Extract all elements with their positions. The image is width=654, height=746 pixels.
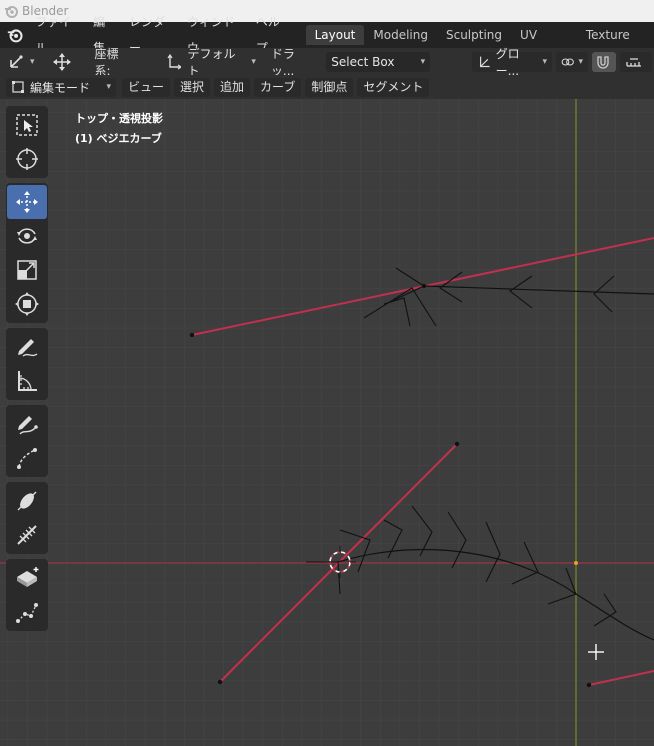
tab-uv-editing[interactable]: UV Editing — [511, 25, 577, 62]
viewport-header: 編集モード ▾ ビュー 選択 追加 カーブ 制御点 セグメント — [0, 75, 654, 99]
upper-handle-point-left[interactable] — [189, 332, 195, 338]
lower-right-handle-point[interactable] — [586, 682, 592, 688]
orientation-label: 座標系: — [94, 46, 119, 78]
tool-header: ▾ 座標系: デフォルト ▾ ドラッ... Select Box ▾ グロー..… — [0, 46, 654, 78]
tool-transform[interactable] — [7, 287, 47, 321]
object-name-label: (1) ベジエカーブ — [75, 132, 162, 145]
transform-orientation-dropdown[interactable]: グロー... ▾ — [472, 47, 553, 78]
transform-icon — [15, 292, 39, 316]
menu-control-points[interactable]: 制御点 — [305, 77, 354, 97]
rotate-icon — [17, 228, 37, 244]
tool-curve-pen[interactable] — [7, 441, 47, 475]
tool-group-transform — [6, 183, 48, 323]
view-name-label: トップ・透視投影 — [75, 112, 163, 125]
tab-modeling[interactable]: Modeling — [364, 25, 437, 45]
randomize-icon — [17, 525, 37, 545]
chevron-down-icon: ▾ — [106, 82, 111, 92]
editor-type-dropdown[interactable]: ▾ — [4, 52, 39, 72]
tool-draw[interactable] — [7, 407, 47, 441]
menu-view[interactable]: ビュー — [122, 77, 171, 97]
orientation-value: デフォルト — [187, 46, 236, 78]
tool-group-select — [6, 106, 48, 178]
tool-radius[interactable] — [7, 595, 47, 629]
chevron-down-icon: ▾ — [251, 56, 256, 67]
orientation-axes-icon — [167, 53, 182, 69]
tool-cursor[interactable] — [7, 142, 47, 176]
mode-dropdown[interactable]: 編集モード ▾ — [6, 77, 116, 97]
workspace-tabs: Layout Modeling Sculpting UV Editing Tex… — [305, 22, 654, 62]
origin-point[interactable] — [574, 561, 578, 565]
chevron-down-icon: ▾ — [542, 56, 548, 67]
edit-mode-icon — [12, 81, 24, 93]
tilt-icon — [17, 491, 37, 511]
tool-randomize[interactable] — [7, 518, 47, 552]
tool-shelf — [6, 106, 48, 636]
scale-icon — [17, 260, 37, 280]
select-box-icon — [16, 114, 38, 136]
tool-select-box[interactable] — [7, 108, 47, 142]
blender-logo-icon — [5, 6, 18, 18]
magnet-icon — [597, 55, 609, 69]
curve-pen-icon — [17, 448, 37, 469]
measure-icon — [18, 371, 37, 391]
pivot-link-icon — [561, 57, 574, 66]
radius-icon — [16, 603, 38, 623]
menu-curve[interactable]: カーブ — [254, 77, 302, 97]
extrude-icon — [17, 567, 39, 587]
menu-select[interactable]: 選択 — [174, 77, 211, 97]
viewport-grid — [0, 99, 654, 746]
tab-sculpting[interactable]: Sculpting — [437, 25, 511, 45]
tool-group-annotate — [6, 328, 48, 400]
snap-toggle[interactable] — [592, 51, 617, 72]
tool-group-curve — [6, 405, 48, 477]
tool-group-tilt — [6, 482, 48, 554]
mode-value: 編集モード — [30, 80, 91, 95]
tab-layout[interactable]: Layout — [305, 25, 365, 45]
menu-add[interactable]: 追加 — [214, 77, 251, 97]
transform-gizmo-button[interactable] — [47, 52, 77, 72]
annotate-icon — [18, 339, 38, 357]
move-arrows-icon — [52, 52, 71, 71]
drag-label: ドラッ... — [270, 46, 295, 78]
blender-menu-icon[interactable] — [6, 25, 24, 45]
lower-handle-point-bottom[interactable] — [217, 679, 223, 685]
global-axes-icon — [480, 56, 490, 67]
tool-move[interactable] — [7, 185, 47, 219]
tool-extrude[interactable] — [7, 561, 47, 595]
tool-scale[interactable] — [7, 253, 47, 287]
pivot-dropdown[interactable]: ▾ — [556, 51, 589, 72]
cursor-icon — [16, 148, 38, 170]
chevron-down-icon: ▾ — [30, 56, 35, 67]
tool-measure[interactable] — [7, 364, 47, 398]
chevron-down-icon: ▾ — [578, 56, 584, 67]
orientation-dropdown[interactable]: デフォルト ▾ — [161, 47, 261, 78]
tool-rotate[interactable] — [7, 219, 47, 253]
menu-segments[interactable]: セグメント — [357, 77, 430, 97]
snap-increment-icon — [626, 57, 642, 67]
snap-target-dropdown[interactable] — [620, 51, 652, 72]
select-box-dropdown[interactable]: Select Box ▾ — [326, 51, 431, 72]
tool-group-extrude — [6, 559, 48, 631]
3d-viewport[interactable] — [0, 99, 654, 746]
chevron-down-icon: ▾ — [420, 56, 426, 67]
tool-annotate[interactable] — [7, 330, 47, 364]
draw-icon — [18, 416, 38, 435]
select-box-value: Select Box — [331, 54, 395, 69]
lower-handle-point-top[interactable] — [454, 441, 460, 447]
move-icon — [16, 191, 38, 213]
axes-editor-icon — [10, 54, 23, 68]
transform-orientation-value: グロー... — [495, 46, 520, 78]
tab-texture-paint[interactable]: Texture Paint — [577, 25, 654, 62]
viewport-canvas[interactable] — [0, 99, 654, 746]
tool-tilt[interactable] — [7, 484, 47, 518]
